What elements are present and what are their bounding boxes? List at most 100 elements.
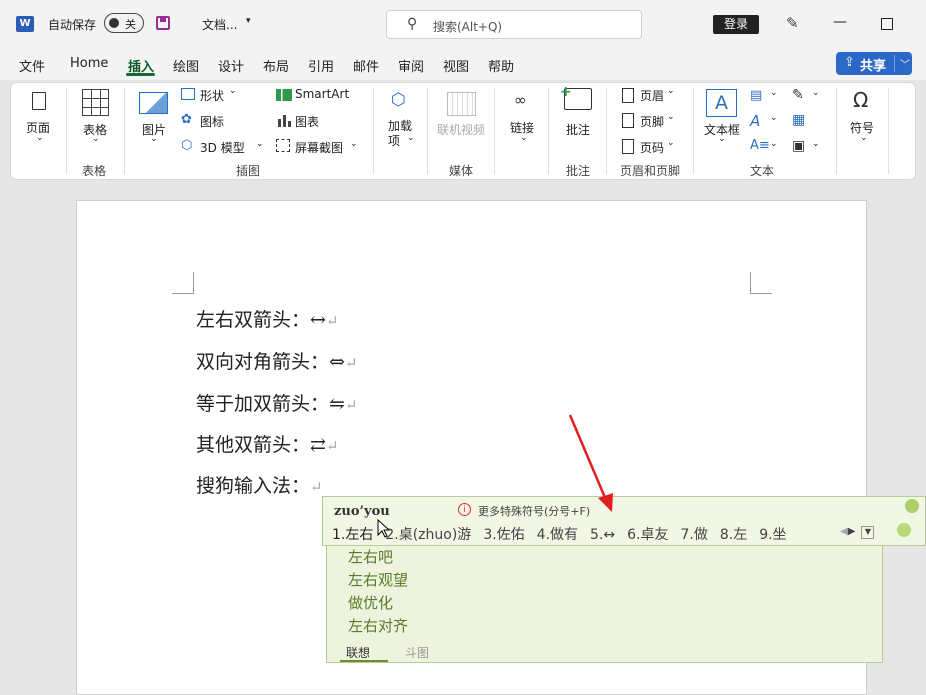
chevron-down-icon[interactable]: ⌄ [229, 86, 237, 96]
info-icon: i [458, 503, 471, 516]
chevron-down-icon[interactable]: ⌄ [520, 133, 528, 143]
chevron-down-icon[interactable]: ⌄ [770, 88, 778, 98]
chevron-down-icon[interactable]: ⌄ [667, 112, 675, 122]
ribbon-separator [66, 88, 67, 174]
chevron-down-icon[interactable]: ⌄ [812, 88, 820, 98]
screenshot-button[interactable]: 屏幕截图 [295, 139, 343, 156]
dropcap-icon[interactable]: A≡ [750, 138, 770, 153]
menu-view[interactable]: 视图 [443, 56, 469, 75]
save-icon[interactable] [156, 16, 170, 30]
icons-button[interactable]: 图标 [200, 113, 224, 130]
chevron-down-icon[interactable]: ⌄ [407, 133, 415, 143]
ime-page-controls[interactable]: ◀▶ ▼ [840, 526, 875, 539]
picture-icon [139, 92, 168, 114]
signature-line-icon[interactable]: ✎ [792, 87, 804, 103]
date-time-icon[interactable]: ▦ [792, 112, 805, 128]
footer-button[interactable]: 页脚 [640, 113, 664, 130]
word-logo-icon: W [16, 16, 34, 32]
arrow-symbol: ⇄ [310, 434, 326, 456]
ime-association[interactable]: 左右观望 [348, 569, 408, 590]
chevron-down-icon[interactable]: ⌄ [256, 139, 264, 149]
menu-draw[interactable]: 绘图 [173, 56, 199, 75]
online-video-icon [447, 92, 476, 116]
minimize-icon[interactable]: — [833, 14, 847, 30]
doc-line[interactable]: 双向对角箭头：⇔↵ [196, 347, 358, 374]
chevron-down-icon[interactable]: ⌄ [667, 86, 675, 96]
shapes-icon [181, 88, 195, 100]
chevron-down-icon[interactable]: ⌄ [812, 139, 820, 149]
menu-references[interactable]: 引用 [308, 56, 334, 75]
document-name[interactable]: 文档... [202, 16, 237, 33]
quick-parts-icon[interactable]: ▤ [750, 88, 762, 103]
doc-line[interactable]: 左右双箭头：↔↵ [196, 305, 339, 332]
chart-icon [276, 113, 292, 127]
doc-line[interactable]: 搜狗输入法：↵ [196, 471, 323, 498]
doc-line[interactable]: 其他双箭头：⇄↵ [196, 430, 339, 457]
menu-mailings[interactable]: 邮件 [353, 56, 379, 75]
chevron-down-icon[interactable]: ⌄ [92, 134, 100, 144]
prev-page-icon[interactable]: ◀ [840, 526, 848, 537]
ime-candidate[interactable]: 9.坐 [759, 527, 786, 543]
ime-candidate[interactable]: 5.↔ [590, 527, 615, 543]
chevron-down-icon[interactable]: ⌄ [770, 113, 778, 123]
autosave-state: 关 [125, 18, 136, 31]
ime-skin-decoration [897, 499, 923, 537]
ime-candidate[interactable]: 1.左右 [332, 527, 373, 543]
ime-candidates: 1.左右 2.桌(zhuo)游 3.佐佑 4.做有 5.↔ 6.卓友 7.做 8.左 9.坐 [332, 524, 799, 544]
maximize-icon[interactable] [881, 18, 893, 30]
chevron-down-icon[interactable]: ⌄ [770, 139, 778, 149]
margin-corner-mark [172, 272, 194, 294]
chevron-down-icon[interactable]: ⌄ [667, 138, 675, 148]
shapes-button[interactable]: 形状 [200, 87, 224, 104]
search-input[interactable]: 搜索(Alt+Q) [433, 18, 502, 35]
paragraph-mark: ↵ [325, 437, 339, 455]
ribbon-separator [693, 88, 694, 174]
menu-help[interactable]: 帮助 [488, 56, 514, 75]
ime-candidate[interactable]: 3.佐佑 [483, 527, 524, 543]
login-button[interactable]: 登录 [713, 15, 759, 34]
menu-design[interactable]: 设计 [218, 56, 244, 75]
ime-candidate[interactable]: 7.做 [680, 527, 707, 543]
share-button[interactable]: ⇪ 共享 ﹀ [836, 52, 912, 75]
chevron-down-icon[interactable]: ⌄ [860, 133, 868, 143]
chevron-down-icon[interactable]: ﹀ [900, 56, 910, 71]
chevron-down-icon[interactable]: ⌄ [36, 133, 44, 143]
table-icon [82, 89, 109, 116]
ribbon-separator [548, 88, 549, 174]
ime-tab-association[interactable]: 联想 [346, 644, 370, 661]
ime-candidate[interactable]: 2.桌(zhuo)游 [385, 527, 471, 543]
plus-icon: + [560, 84, 572, 100]
designer-pen-icon[interactable]: ✎ [786, 14, 799, 32]
comment-button[interactable]: 批注 [566, 121, 590, 138]
ime-tab-sticker[interactable]: 斗图 [405, 644, 429, 661]
ime-association[interactable]: 左右吧 [348, 546, 393, 567]
next-page-icon[interactable]: ▶ [848, 526, 856, 537]
line-label: 其他双箭头： [196, 434, 311, 456]
smartart-button[interactable]: SmartArt [295, 87, 349, 101]
wordart-icon[interactable]: A [750, 112, 760, 130]
menu-file[interactable]: 文件 [19, 56, 45, 75]
share-icon: ⇪ [844, 55, 855, 70]
menu-layout[interactable]: 布局 [263, 56, 289, 75]
toggle-knob [109, 18, 119, 28]
3d-model-button[interactable]: 3D 模型 [200, 139, 245, 156]
menu-review[interactable]: 审阅 [398, 56, 424, 75]
ime-association[interactable]: 做优化 [348, 592, 393, 613]
page-number-button[interactable]: 页码 [640, 139, 664, 156]
chevron-down-icon[interactable]: ⌄ [150, 134, 158, 144]
autosave-toggle[interactable]: 关 [104, 13, 144, 33]
chevron-down-icon[interactable]: ▾ [246, 16, 251, 26]
chart-button[interactable]: 图表 [295, 113, 319, 130]
ime-candidate[interactable]: 4.做有 [537, 527, 578, 543]
menu-home[interactable]: Home [70, 56, 108, 71]
header-button[interactable]: 页眉 [640, 87, 664, 104]
object-icon[interactable]: ▣ [792, 138, 805, 154]
ime-candidate[interactable]: 8.左 [720, 527, 747, 543]
search-box[interactable]: ⚲ 搜索(Alt+Q) [386, 10, 642, 39]
ime-candidate[interactable]: 6.卓友 [627, 527, 668, 543]
expand-icon[interactable]: ▼ [861, 526, 875, 539]
chevron-down-icon[interactable]: ⌄ [718, 134, 726, 144]
doc-line[interactable]: 等于加双箭头：⇋↵ [196, 389, 358, 416]
chevron-down-icon[interactable]: ⌄ [350, 139, 358, 149]
ime-association[interactable]: 左右对齐 [348, 615, 408, 636]
